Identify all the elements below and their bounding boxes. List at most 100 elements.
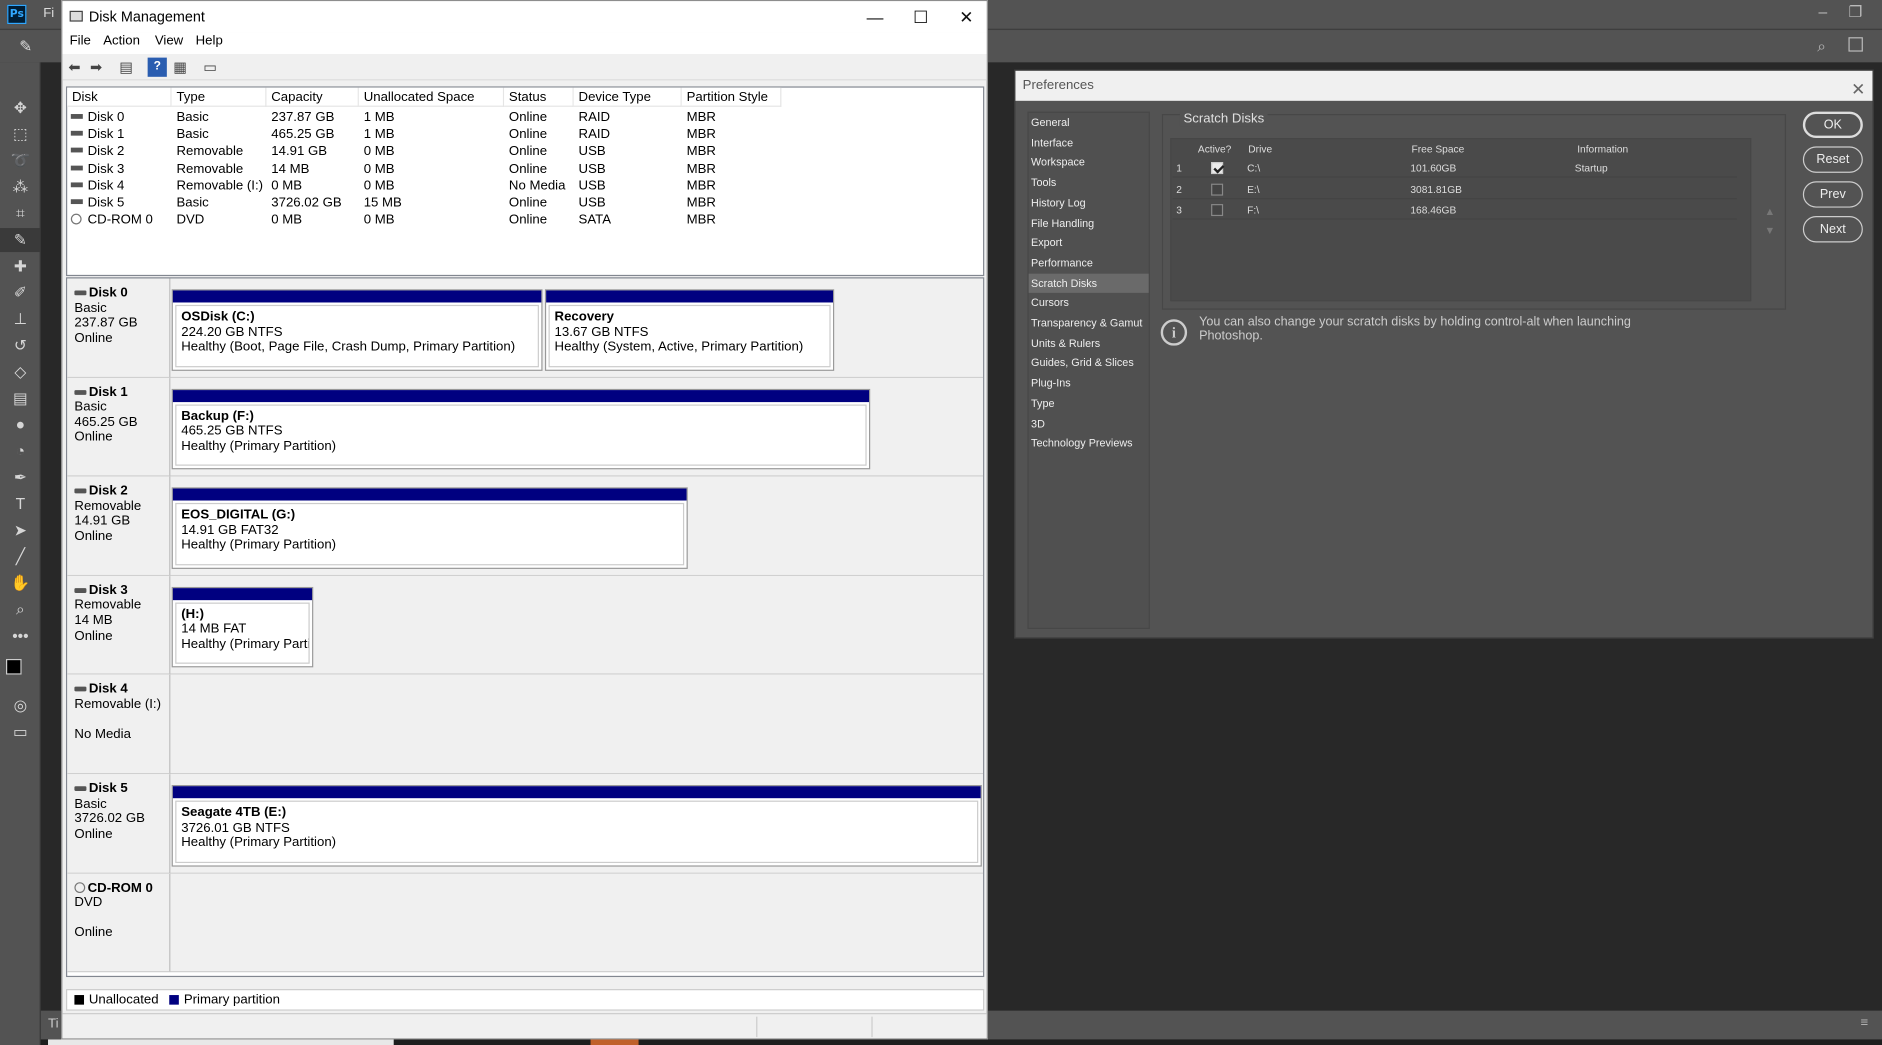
search-icon[interactable]: ⌕ bbox=[1817, 37, 1826, 56]
nav-item-workspace[interactable]: Workspace bbox=[1029, 153, 1149, 173]
nav-item-performance[interactable]: Performance bbox=[1029, 253, 1149, 273]
active-checkbox[interactable] bbox=[1211, 162, 1224, 175]
partition[interactable]: EOS_DIGITAL (G:) 14.91 GB FAT32 Healthy (P… bbox=[171, 487, 688, 569]
back-arrow-icon[interactable]: ⬅ bbox=[65, 58, 84, 77]
help-icon[interactable]: ? bbox=[147, 57, 167, 77]
scratch-disk-row[interactable]: 3 F:\ 168.46GB bbox=[1172, 199, 1737, 220]
column-header-status[interactable]: Status bbox=[504, 87, 574, 107]
type-tool-icon[interactable]: T bbox=[0, 492, 41, 516]
free-space: 3081.81GB bbox=[1410, 183, 1462, 196]
column-header-disk[interactable]: Disk bbox=[67, 87, 172, 107]
minimize-button[interactable]: — bbox=[852, 4, 898, 30]
minimize-icon[interactable]: – bbox=[1818, 2, 1827, 20]
column-header-partition-style[interactable]: Partition Style bbox=[681, 87, 782, 107]
panel-menu-icon[interactable]: ≡ bbox=[1860, 1015, 1868, 1029]
nav-item-plug-ins[interactable]: Plug-Ins bbox=[1029, 373, 1149, 393]
eyedropper-icon[interactable]: ✎ bbox=[19, 37, 32, 56]
hand-tool-icon[interactable]: ✋ bbox=[0, 571, 41, 595]
nav-item-cursors[interactable]: Cursors bbox=[1029, 293, 1149, 313]
nav-item-tools[interactable]: Tools bbox=[1029, 173, 1149, 193]
forward-arrow-icon[interactable]: ➡ bbox=[86, 58, 105, 77]
clone-stamp-icon[interactable]: ⊥ bbox=[0, 307, 41, 331]
move-tool-icon[interactable]: ✥ bbox=[0, 96, 41, 120]
table-row[interactable]: Disk 4 Removable (I:) 0 MB 0 MB No Media USB M… bbox=[67, 177, 979, 194]
crop-tool-icon[interactable]: ⌗ bbox=[0, 202, 41, 226]
table-row[interactable]: Disk 3 Removable 14 MB 0 MB Online USB MBR bbox=[67, 160, 979, 177]
gradient-tool-icon[interactable]: ▤ bbox=[0, 386, 41, 410]
partition[interactable]: OSDisk (C:) 224.20 GB NTFS Healthy (Boot, … bbox=[171, 289, 543, 371]
nav-item-technology-previews[interactable]: Technology Previews bbox=[1029, 434, 1149, 454]
show-hide-console-tree-icon[interactable]: ▤ bbox=[116, 58, 135, 77]
partition[interactable]: Backup (F:) 465.25 GB NTFS Healthy (Primar… bbox=[171, 388, 871, 470]
more-tools-icon[interactable]: ••• bbox=[0, 624, 41, 648]
prev-button[interactable]: Prev bbox=[1802, 181, 1863, 208]
workspace-icon[interactable] bbox=[1848, 37, 1863, 52]
eyedropper-tool-icon[interactable]: ✎ bbox=[0, 228, 41, 253]
blur-tool-icon[interactable]: ● bbox=[0, 413, 41, 437]
move-down-arrow-icon[interactable]: ▼ bbox=[1764, 224, 1775, 236]
table-cell: Online bbox=[508, 212, 548, 228]
disk-icon bbox=[74, 588, 87, 593]
maximize-button[interactable]: ☐ bbox=[898, 4, 944, 30]
foreground-color-swatch[interactable] bbox=[6, 658, 22, 675]
zoom-tool-icon[interactable]: ⌕ bbox=[0, 598, 41, 622]
nav-item-3d[interactable]: 3D bbox=[1029, 414, 1149, 434]
magic-wand-icon[interactable]: ⁂ bbox=[0, 175, 41, 199]
history-brush-icon[interactable]: ↺ bbox=[0, 334, 41, 358]
next-button[interactable]: Next bbox=[1802, 216, 1863, 243]
partition[interactable]: Recovery 13.67 GB NTFS Healthy (System, Ac… bbox=[544, 289, 835, 371]
partition-bar bbox=[172, 488, 687, 501]
photoshop-menu-fragment[interactable]: Fi bbox=[43, 6, 54, 20]
nav-item-guides-grid-slices[interactable]: Guides, Grid & Slices bbox=[1029, 353, 1149, 373]
nav-item-general[interactable]: General bbox=[1029, 113, 1149, 133]
reset-button[interactable]: Reset bbox=[1802, 146, 1863, 173]
partition[interactable]: (H:) 14 MB FAT Healthy (Primary Partiti bbox=[171, 586, 314, 668]
marquee-tool-icon[interactable]: ⬚ bbox=[0, 122, 41, 146]
table-row[interactable]: Disk 0 Basic 237.87 GB 1 MB Online RAID MBR bbox=[67, 109, 979, 126]
active-checkbox[interactable] bbox=[1211, 204, 1224, 217]
move-up-arrow-icon[interactable]: ▲ bbox=[1764, 205, 1775, 217]
column-header-device-type[interactable]: Device Type bbox=[573, 87, 682, 107]
line-tool-icon[interactable]: ╱ bbox=[0, 545, 41, 569]
healing-brush-icon[interactable]: ✚ bbox=[0, 254, 41, 278]
menu-view[interactable]: View bbox=[155, 34, 183, 48]
table-row[interactable]: Disk 1 Basic 465.25 GB 1 MB Online RAID MBR bbox=[67, 126, 979, 143]
nav-item-file-handling[interactable]: File Handling bbox=[1029, 213, 1149, 233]
brush-tool-icon[interactable]: ✐ bbox=[0, 281, 41, 305]
partition[interactable]: Seagate 4TB (E:) 3726.01 GB NTFS Healthy (… bbox=[171, 784, 982, 867]
eraser-tool-icon[interactable]: ◇ bbox=[0, 360, 41, 384]
quick-mask-icon[interactable]: ◎ bbox=[0, 694, 41, 718]
column-header-type[interactable]: Type bbox=[171, 87, 267, 107]
nav-item-type[interactable]: Type bbox=[1029, 393, 1149, 413]
nav-item-export[interactable]: Export bbox=[1029, 233, 1149, 253]
scratch-disk-row[interactable]: 2 E:\ 3081.81GB bbox=[1172, 178, 1737, 199]
close-button[interactable]: ✕ bbox=[943, 4, 989, 30]
table-cell: RAID bbox=[578, 110, 611, 125]
column-header-capacity[interactable]: Capacity bbox=[266, 87, 359, 107]
table-row[interactable]: Disk 5 Basic 3726.02 GB 15 MB Online USB MBR bbox=[67, 194, 979, 211]
table-row[interactable]: CD-ROM 0 DVD 0 MB 0 MB Online SATA MBR bbox=[67, 211, 979, 228]
nav-item-units-rulers[interactable]: Units & Rulers bbox=[1029, 333, 1149, 353]
pen-tool-icon[interactable]: ✒ bbox=[0, 466, 41, 490]
show-hide-action-pane-icon[interactable]: ▭ bbox=[200, 58, 219, 77]
table-row[interactable]: Disk 2 Removable 14.91 GB 0 MB Online USB MBR bbox=[67, 143, 979, 160]
path-selection-icon[interactable]: ➤ bbox=[0, 519, 41, 543]
active-checkbox[interactable] bbox=[1211, 183, 1224, 196]
dodge-tool-icon[interactable]: ◔ bbox=[0, 439, 41, 463]
scratch-disk-row[interactable]: 1 C:\ 101.60GB Startup bbox=[1172, 157, 1737, 178]
lasso-tool-icon[interactable]: ➰ bbox=[0, 149, 41, 173]
column-header-unallocated[interactable]: Unallocated Space bbox=[358, 87, 505, 107]
close-icon[interactable]: ✕ bbox=[1851, 74, 1865, 104]
nav-item-interface[interactable]: Interface bbox=[1029, 133, 1149, 153]
nav-item-history-log[interactable]: History Log bbox=[1029, 193, 1149, 213]
properties-icon[interactable]: ▦ bbox=[170, 58, 189, 77]
menu-file[interactable]: File bbox=[70, 34, 91, 48]
info-text: You can also change your scratch disks b… bbox=[1199, 314, 1631, 344]
nav-item-transparency-gamut[interactable]: Transparency & Gamut bbox=[1029, 313, 1149, 333]
menu-help[interactable]: Help bbox=[196, 34, 223, 48]
menu-action[interactable]: Action bbox=[103, 34, 140, 48]
restore-icon[interactable]: ❐ bbox=[1848, 2, 1862, 21]
screen-mode-icon[interactable]: ▭ bbox=[0, 720, 41, 744]
ok-button[interactable]: OK bbox=[1802, 111, 1863, 139]
nav-item-scratch-disks[interactable]: Scratch Disks bbox=[1028, 273, 1149, 294]
